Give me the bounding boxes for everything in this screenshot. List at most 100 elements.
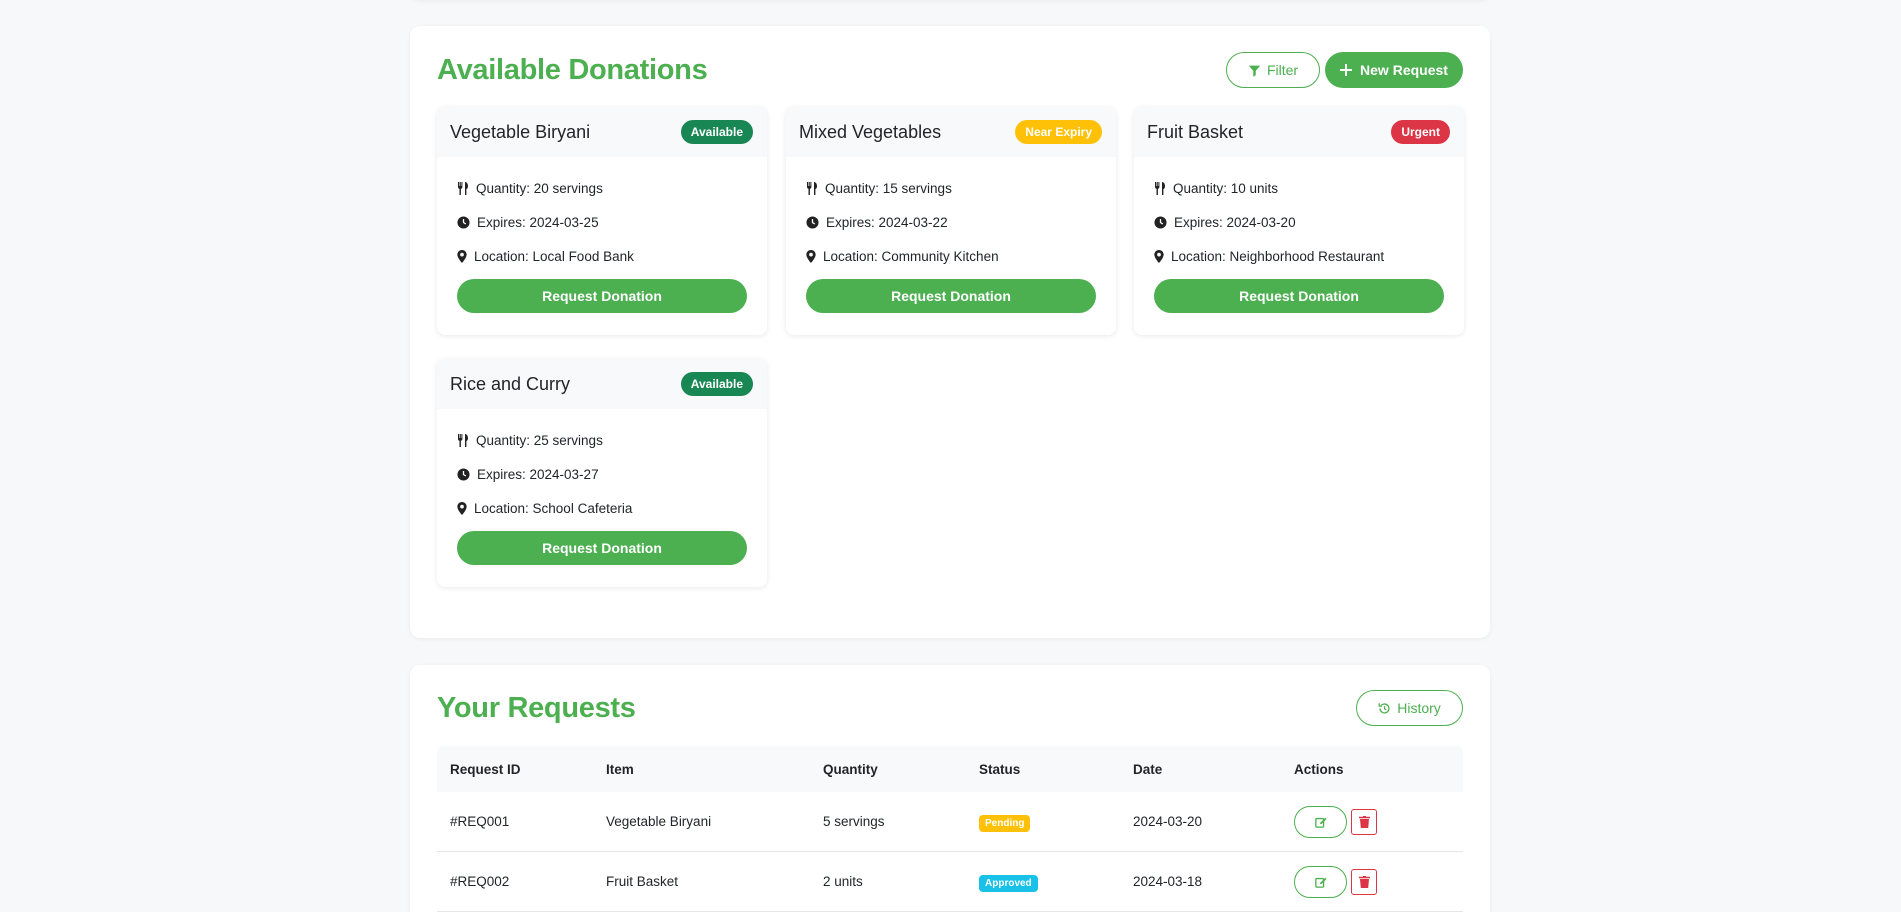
table-row: #REQ001 Vegetable Biryani 5 servings Pen… <box>437 792 1463 852</box>
location-row: Location: Neighborhood Restaurant <box>1154 239 1444 273</box>
utensils-icon <box>1155 181 1165 195</box>
clock-icon <box>806 215 819 229</box>
card-title: Mixed Vegetables <box>799 121 942 142</box>
expires-row: Expires: 2024-03-27 <box>457 457 747 491</box>
quantity-row: Quantity: 25 servings <box>457 423 747 457</box>
card-title: Vegetable Biryani <box>450 121 591 142</box>
location-row: Location: School Cafeteria <box>457 491 747 525</box>
column-header: Status <box>979 761 1021 777</box>
filter-button-label: Filter <box>1266 62 1299 78</box>
location-text: Location: Neighborhood Restaurant <box>1171 248 1385 264</box>
quantity-cell: 2 units <box>823 874 863 889</box>
filter-button[interactable]: Filter <box>1226 52 1320 88</box>
plus-icon <box>1340 64 1353 76</box>
actions-cell <box>1281 865 1463 898</box>
edit-icon <box>1314 817 1327 828</box>
available-donations-title: Available Donations <box>437 54 708 86</box>
quantity-row: Quantity: 10 units <box>1154 171 1444 205</box>
donation-card: Mixed Vegetables Near Expiry Quantity: 1… <box>786 107 1116 335</box>
delete-button[interactable] <box>1351 868 1377 895</box>
utensils-icon <box>458 433 468 447</box>
utensils-icon <box>458 181 468 195</box>
request-id-cell: #REQ002 <box>450 874 510 889</box>
location-row: Location: Local Food Bank <box>457 239 747 273</box>
location-text: Location: School Cafeteria <box>474 500 633 516</box>
expires-text: Expires: 2024-03-27 <box>477 466 599 482</box>
column-header: Date <box>1133 761 1163 777</box>
available-donations-panel: Available Donations Filter New Request V… <box>410 26 1490 638</box>
utensils-icon <box>807 181 817 195</box>
location-text: Location: Community Kitchen <box>823 248 999 264</box>
request-donation-button[interactable]: Request Donation <box>806 279 1096 313</box>
quantity-row: Quantity: 15 servings <box>806 171 1096 205</box>
quantity-row: Quantity: 20 servings <box>457 171 747 205</box>
new-request-button-label: New Request <box>1360 62 1448 78</box>
card-header: Rice and Curry Available <box>437 359 767 409</box>
edit-button[interactable] <box>1294 865 1347 898</box>
status-cell: Approved <box>966 874 1120 892</box>
quantity-text: Quantity: 15 servings <box>825 180 952 196</box>
request-donation-button[interactable]: Request Donation <box>457 279 747 313</box>
filter-icon <box>1248 65 1261 77</box>
map-pin-icon <box>806 249 816 263</box>
trash-icon <box>1358 815 1370 828</box>
requests-table: Request ID Item Quantity Status Date Act… <box>437 746 1463 912</box>
clock-icon <box>457 215 470 229</box>
map-pin-icon <box>1154 249 1164 263</box>
actions-cell <box>1281 805 1463 838</box>
clock-icon <box>1154 215 1167 229</box>
status-badge: Available <box>680 372 753 396</box>
column-header: Item <box>606 761 634 777</box>
quantity-cell: 5 servings <box>823 814 885 829</box>
edit-icon <box>1314 877 1327 888</box>
expires-row: Expires: 2024-03-25 <box>457 205 747 239</box>
status-badge: Approved <box>979 875 1038 892</box>
history-icon <box>1378 702 1390 714</box>
date-cell: 2024-03-18 <box>1133 874 1203 889</box>
table-row: #REQ002 Fruit Basket 2 units Approved 20… <box>437 852 1463 912</box>
clock-icon <box>457 467 470 481</box>
status-badge: Urgent <box>1391 120 1450 144</box>
donation-card: Fruit Basket Urgent Quantity: 10 units E… <box>1134 107 1464 335</box>
history-button-label: History <box>1397 700 1441 716</box>
donation-card: Rice and Curry Available Quantity: 25 se… <box>437 359 767 587</box>
your-requests-panel: Your Requests History Request ID Item Qu… <box>410 665 1490 912</box>
expires-text: Expires: 2024-03-20 <box>1174 214 1296 230</box>
request-donation-button[interactable]: Request Donation <box>1154 279 1444 313</box>
your-requests-title: Your Requests <box>437 692 636 724</box>
location-row: Location: Community Kitchen <box>806 239 1096 273</box>
expires-row: Expires: 2024-03-22 <box>806 205 1096 239</box>
edit-button[interactable] <box>1294 805 1347 838</box>
card-title: Rice and Curry <box>450 373 571 394</box>
map-pin-icon <box>457 249 467 263</box>
column-header: Actions <box>1294 761 1344 777</box>
map-pin-icon <box>457 501 467 515</box>
quantity-text: Quantity: 10 units <box>1173 180 1279 196</box>
date-cell: 2024-03-20 <box>1133 814 1203 829</box>
card-header: Vegetable Biryani Available <box>437 107 767 157</box>
status-badge: Pending <box>979 815 1031 832</box>
new-request-button[interactable]: New Request <box>1325 52 1463 88</box>
status-cell: Pending <box>966 814 1120 832</box>
item-cell: Vegetable Biryani <box>606 814 712 829</box>
delete-button[interactable] <box>1351 808 1377 835</box>
expires-row: Expires: 2024-03-20 <box>1154 205 1444 239</box>
quantity-text: Quantity: 25 servings <box>476 432 603 448</box>
trash-icon <box>1358 875 1370 888</box>
expires-text: Expires: 2024-03-22 <box>826 214 948 230</box>
status-badge: Available <box>680 120 753 144</box>
quantity-text: Quantity: 20 servings <box>476 180 603 196</box>
status-badge: Near Expiry <box>1015 120 1102 144</box>
donation-card: Vegetable Biryani Available Quantity: 20… <box>437 107 767 335</box>
card-header: Mixed Vegetables Near Expiry <box>786 107 1116 157</box>
history-button[interactable]: History <box>1356 690 1463 726</box>
card-title: Fruit Basket <box>1147 121 1244 142</box>
column-header: Request ID <box>450 761 521 777</box>
request-donation-button[interactable]: Request Donation <box>457 531 747 565</box>
item-cell: Fruit Basket <box>606 874 679 889</box>
location-text: Location: Local Food Bank <box>474 248 634 264</box>
expires-text: Expires: 2024-03-25 <box>477 214 599 230</box>
request-id-cell: #REQ001 <box>450 814 510 829</box>
column-header: Quantity <box>823 761 878 777</box>
table-header: Request ID Item Quantity Status Date Act… <box>437 746 1463 792</box>
